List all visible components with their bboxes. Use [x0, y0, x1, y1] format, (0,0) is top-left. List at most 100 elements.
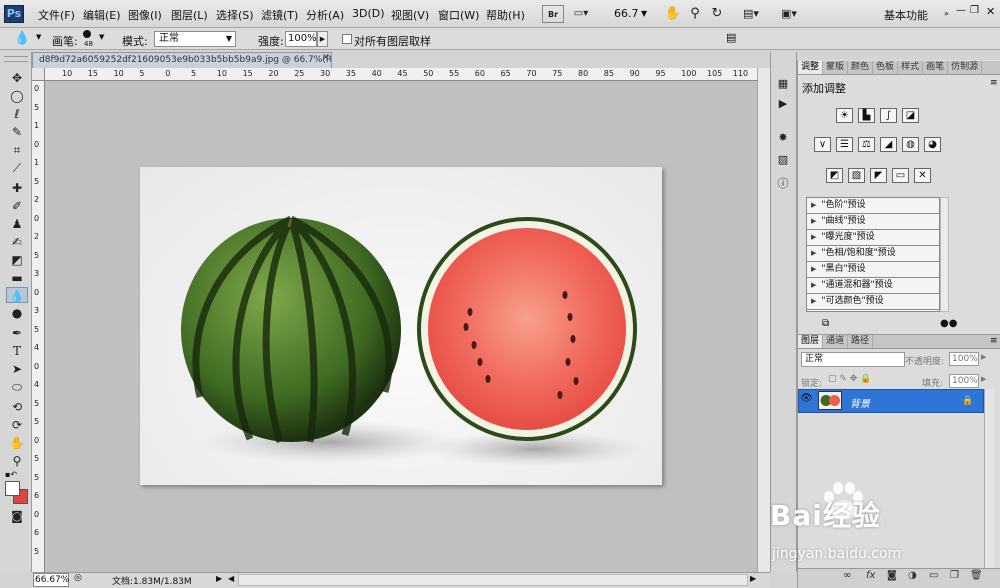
gradient-map-icon[interactable]: ▭	[892, 168, 909, 183]
curves-icon[interactable]: ∫	[880, 108, 897, 123]
fill-slider-icon[interactable]: ▶	[981, 375, 986, 383]
type-tool-icon[interactable]: T	[6, 343, 28, 359]
3d-rotate-tool-icon[interactable]: ⟲	[6, 399, 28, 415]
document-tab[interactable]: d8f9d72a6059252df21609053e9b033b5bb5b9a9…	[32, 52, 332, 68]
preset-exposure[interactable]: ▶ "曝光度"预设	[807, 230, 939, 246]
tab-layers[interactable]: 图层	[798, 335, 824, 348]
levels-icon[interactable]: ▙	[858, 108, 875, 123]
group-icon[interactable]: ▭	[929, 570, 938, 581]
tab-styles[interactable]: 样式	[898, 61, 924, 74]
eyedropper-tool-icon[interactable]: ⟋	[6, 160, 28, 176]
layer-mask-icon[interactable]: ◙	[887, 570, 897, 581]
history-panel-icon[interactable]: ▦	[774, 76, 792, 92]
brush-tool-icon[interactable]: ✐	[6, 198, 28, 214]
presets-scrollbar[interactable]	[940, 197, 949, 312]
adjustment-visibility-icon[interactable]: ●●	[940, 318, 957, 329]
zoom-field[interactable]: 66.67%	[33, 573, 69, 587]
menu-view[interactable]: 视图(V)	[391, 7, 429, 23]
shape-tool-icon[interactable]: ⬭	[6, 379, 28, 395]
actions-panel-icon[interactable]: ▶	[774, 96, 792, 112]
blur-tool-icon[interactable]: 💧	[14, 31, 30, 46]
tab-channels[interactable]: 通道	[823, 335, 849, 348]
tab-clone-source[interactable]: 仿制源	[948, 61, 983, 74]
canvas-vertical-scrollbar[interactable]	[757, 68, 770, 572]
link-layers-icon[interactable]: ∞	[843, 570, 851, 581]
layer-name[interactable]: 背景	[850, 395, 870, 410]
menu-filter[interactable]: 滤镜(T)	[261, 7, 298, 23]
canvas-horizontal-scrollbar[interactable]	[238, 574, 748, 586]
clone-stamp-tool-icon[interactable]: ♟	[6, 216, 28, 232]
opacity-input[interactable]: 100%	[949, 352, 979, 366]
hand-tool-icon[interactable]: ✋	[6, 435, 28, 451]
strength-input[interactable]: 100%	[285, 31, 317, 47]
tab-paths[interactable]: 路径	[848, 335, 874, 348]
tab-adjustments[interactable]: 调整	[798, 61, 824, 74]
exposure-icon[interactable]: ◪	[902, 108, 919, 123]
dodge-tool-icon[interactable]: ●	[6, 305, 28, 321]
status-icon[interactable]: ◎	[74, 573, 82, 583]
color-balance-icon[interactable]: ⚖	[858, 137, 875, 152]
brush-panel-toggle-icon[interactable]: ▤	[726, 31, 736, 44]
histogram-panel-icon[interactable]: ▨	[774, 152, 792, 168]
gradient-tool-icon[interactable]: ▬	[6, 270, 28, 286]
rotate-view-icon[interactable]: ↻	[706, 5, 728, 23]
mode-select[interactable]: 正常 ▼	[154, 31, 236, 47]
foreground-color-swatch[interactable]	[5, 481, 20, 496]
preset-channel-mixer[interactable]: ▶ "通道混和器"预设	[807, 278, 939, 294]
double-chevron-icon[interactable]: »	[944, 9, 949, 18]
preset-curves[interactable]: ▶ "曲线"预设	[807, 214, 939, 230]
3d-panel-icon[interactable]: ✸	[774, 130, 792, 146]
toolbox-grip[interactable]	[4, 56, 28, 62]
layers-scrollbar[interactable]	[984, 389, 994, 568]
channel-mixer-icon[interactable]: ◕	[924, 137, 941, 152]
menu-3d[interactable]: 3D(D)	[352, 7, 385, 20]
bridge-icon[interactable]: Br	[542, 5, 564, 23]
blend-mode-select[interactable]: 正常	[801, 352, 905, 367]
status-menu-arrow-icon[interactable]: ▶	[216, 574, 222, 583]
vibrance-icon[interactable]: ∨	[814, 137, 831, 152]
eye-icon[interactable]: 👁	[800, 393, 813, 404]
zoom-tool-icon[interactable]: ⚲	[6, 453, 28, 469]
brightness-contrast-icon[interactable]: ☀	[836, 108, 853, 123]
menu-analysis[interactable]: 分析(A)	[306, 7, 344, 23]
history-brush-tool-icon[interactable]: ✍	[6, 234, 28, 250]
tab-brushes[interactable]: 画笔	[923, 61, 949, 74]
preset-levels[interactable]: ▶ "色阶"预设	[807, 198, 939, 214]
preset-black-white[interactable]: ▶ "黑白"预设	[807, 262, 939, 278]
menu-layer[interactable]: 图层(L)	[171, 7, 208, 23]
zoom-level-select[interactable]: 66.7	[614, 7, 639, 20]
minimize-icon[interactable]: —	[956, 5, 966, 16]
adjustment-clip-icon[interactable]: ⧉	[822, 318, 829, 329]
tab-swatches[interactable]: 色板	[873, 61, 899, 74]
lock-icons[interactable]: ▢ ✎ ✥ 🔒	[828, 374, 871, 384]
panel-menu-icon[interactable]: ≡	[990, 78, 998, 88]
quick-mask-icon[interactable]: ◙	[6, 508, 28, 524]
workspace-switcher[interactable]: 基本功能	[884, 7, 928, 23]
tab-masks[interactable]: 蒙版	[823, 61, 849, 74]
path-select-tool-icon[interactable]: ➤	[6, 361, 28, 377]
preset-selective-color[interactable]: ▶ "可选颜色"预设	[807, 294, 939, 310]
menu-help[interactable]: 帮助(H)	[486, 7, 525, 23]
healing-brush-tool-icon[interactable]: ✚	[6, 180, 28, 196]
close-icon[interactable]: ✕	[986, 5, 995, 18]
opacity-slider-icon[interactable]: ▶	[981, 353, 986, 361]
menu-select[interactable]: 选择(S)	[216, 7, 254, 23]
marquee-tool-icon[interactable]: ◯	[6, 88, 28, 104]
hue-saturation-icon[interactable]: ☰	[836, 137, 853, 152]
black-white-icon[interactable]: ◢	[880, 137, 897, 152]
scroll-right-icon[interactable]: ▶	[750, 574, 756, 583]
photo-filter-icon[interactable]: ◍	[902, 137, 919, 152]
close-document-icon[interactable]: ✕	[322, 53, 330, 63]
default-colors-icon[interactable]: ▪↶	[5, 470, 17, 479]
pen-tool-icon[interactable]: ✒	[6, 325, 28, 341]
threshold-icon[interactable]: ◤	[870, 168, 887, 183]
selective-color-icon[interactable]: ✕	[914, 168, 931, 183]
scroll-left-icon[interactable]: ◀	[228, 574, 234, 583]
chevron-down-icon[interactable]: ▼	[641, 9, 647, 18]
move-tool-icon[interactable]: ✥	[6, 70, 28, 86]
delete-layer-icon[interactable]: 🗑	[970, 570, 983, 581]
menu-image[interactable]: 图像(I)	[128, 7, 162, 23]
info-panel-icon[interactable]: ⓘ	[774, 176, 792, 192]
sample-all-layers-checkbox[interactable]	[342, 34, 352, 44]
posterize-icon[interactable]: ▧	[848, 168, 865, 183]
